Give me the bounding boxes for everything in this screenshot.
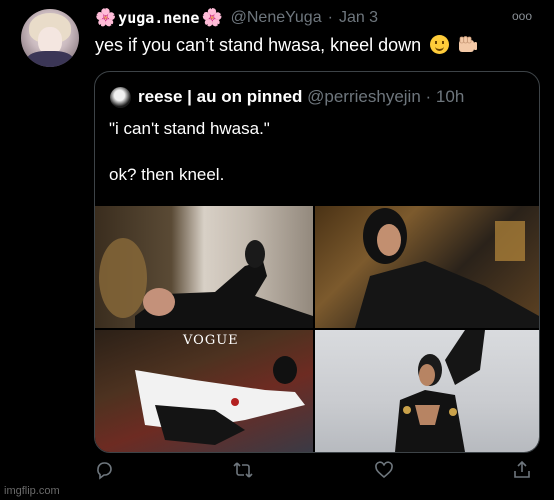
like-icon[interactable] xyxy=(374,460,394,480)
tweet-header: 🌸 yuga.nene 🌸 @NeneYuga · Jan 3 xyxy=(95,8,378,28)
user-handle[interactable]: @NeneYuga xyxy=(231,9,322,27)
more-options-icon[interactable]: ooo xyxy=(512,9,532,23)
tweet-body: yes if you can’t stand hwasa, kneel down xyxy=(95,34,479,56)
flower-emoji-right: 🌸 xyxy=(201,8,223,27)
photo-1[interactable] xyxy=(95,206,313,328)
display-name[interactable]: yuga.nene xyxy=(118,9,199,27)
tweet-actions xyxy=(0,460,554,490)
quoted-tweet[interactable]: reese | au on pinned @perrieshyejin · 10… xyxy=(94,71,540,453)
smile-emoji-icon xyxy=(430,35,450,54)
quoted-handle[interactable]: @perrieshyejin xyxy=(307,87,421,106)
fist-emoji-icon xyxy=(459,36,478,52)
quoted-time[interactable]: 10h xyxy=(436,87,464,106)
reply-icon[interactable] xyxy=(94,460,114,480)
photo-3[interactable]: VOGUE xyxy=(95,330,313,452)
photo-2[interactable] xyxy=(315,206,539,328)
watermark: imgflip.com xyxy=(4,485,60,497)
quoted-text: "i can't stand hwasa." ok? then kneel. xyxy=(109,119,270,184)
separator-dot: · xyxy=(327,9,333,26)
quoted-display-name[interactable]: reese | au on pinned xyxy=(138,87,302,106)
quoted-header: reese | au on pinned @perrieshyejin · 10… xyxy=(138,87,464,107)
tweet-date[interactable]: Jan 3 xyxy=(339,9,378,27)
flower-emoji-left: 🌸 xyxy=(95,8,117,27)
tweet-text: yes if you can’t stand hwasa, kneel down xyxy=(95,35,422,55)
quoted-separator-dot: · xyxy=(425,87,432,106)
quoted-avatar[interactable] xyxy=(110,87,131,108)
share-icon[interactable] xyxy=(512,460,532,480)
retweet-icon[interactable] xyxy=(232,460,254,480)
avatar[interactable] xyxy=(21,9,79,67)
photo-grid: VOGUE xyxy=(95,206,539,452)
photo-4[interactable] xyxy=(315,330,539,452)
